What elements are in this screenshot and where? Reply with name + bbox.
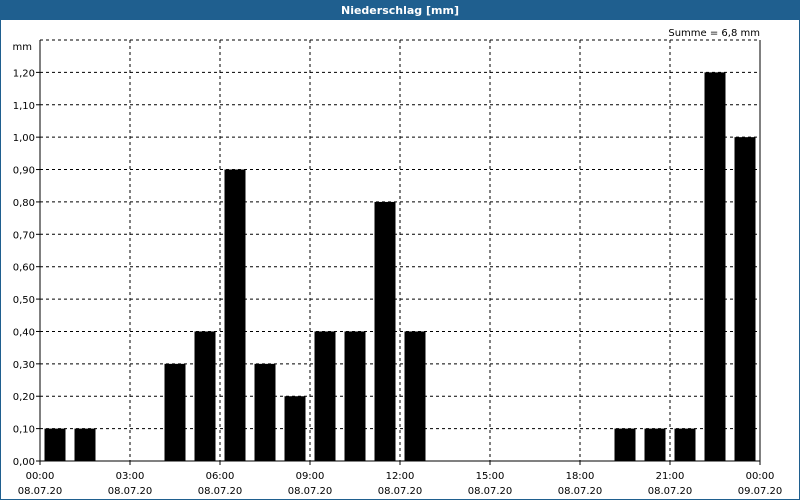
bar: [644, 428, 666, 461]
y-tick-label: 0,40: [13, 327, 35, 338]
x-tick-time: 21:00: [656, 471, 685, 482]
y-tick-label: 0,20: [13, 392, 35, 403]
x-tick-date: 08.07.20: [648, 486, 693, 497]
bar: [254, 363, 276, 461]
bar: [674, 428, 696, 461]
y-tick-label: 0,30: [13, 360, 35, 371]
precipitation-chart: 0,00 0,10 0,20 0,30 0,40 0,50 0,60 0,70 0,80 0,90…: [13, 28, 783, 497]
y-tick-label: 1,10: [13, 101, 35, 112]
x-tick-time: 12:00: [386, 471, 415, 482]
y-tick-label: 0,60: [13, 263, 35, 274]
x-tick-time: 06:00: [206, 471, 235, 482]
bar: [194, 331, 216, 461]
bar: [614, 428, 636, 461]
x-tick-time: 03:00: [116, 471, 145, 482]
y-tick-label: 0,90: [13, 166, 35, 177]
bar: [44, 428, 66, 461]
bar: [284, 396, 306, 461]
bar: [374, 201, 396, 461]
bar: [404, 331, 426, 461]
x-tick-time: 18:00: [566, 471, 595, 482]
x-tick-time: 00:00: [26, 471, 55, 482]
bar: [74, 428, 96, 461]
x-tick-date: 08.07.20: [288, 486, 333, 497]
x-tick-date: 08.07.20: [108, 486, 153, 497]
x-tick-time: 00:00: [746, 471, 775, 482]
x-tick-time: 15:00: [476, 471, 505, 482]
sum-annotation: Summe = 6,8 mm: [668, 28, 760, 39]
bar: [164, 363, 186, 461]
bar: [224, 169, 246, 462]
bar: [314, 331, 336, 461]
bar: [734, 137, 756, 461]
y-tick-label: 0,10: [13, 425, 35, 436]
y-tick-label: 1,20: [13, 68, 35, 79]
bar: [704, 72, 726, 461]
y-tick-label: 0,50: [13, 295, 35, 306]
x-tick-date: 08.07.20: [468, 486, 513, 497]
x-tick-date: 09.07.20: [738, 486, 783, 497]
y-axis-label: mm: [13, 42, 32, 53]
y-tick-label: 0,00: [13, 457, 35, 468]
y-tick-label: 0,80: [13, 198, 35, 209]
x-tick-date: 08.07.20: [558, 486, 603, 497]
x-tick-date: 08.07.20: [378, 486, 423, 497]
bar: [344, 331, 366, 461]
x-tick-date: 08.07.20: [18, 486, 63, 497]
x-tick-time: 09:00: [296, 471, 325, 482]
y-tick-label: 1,00: [13, 133, 35, 144]
y-tick-label: 0,70: [13, 230, 35, 241]
x-tick-date: 08.07.20: [198, 486, 243, 497]
